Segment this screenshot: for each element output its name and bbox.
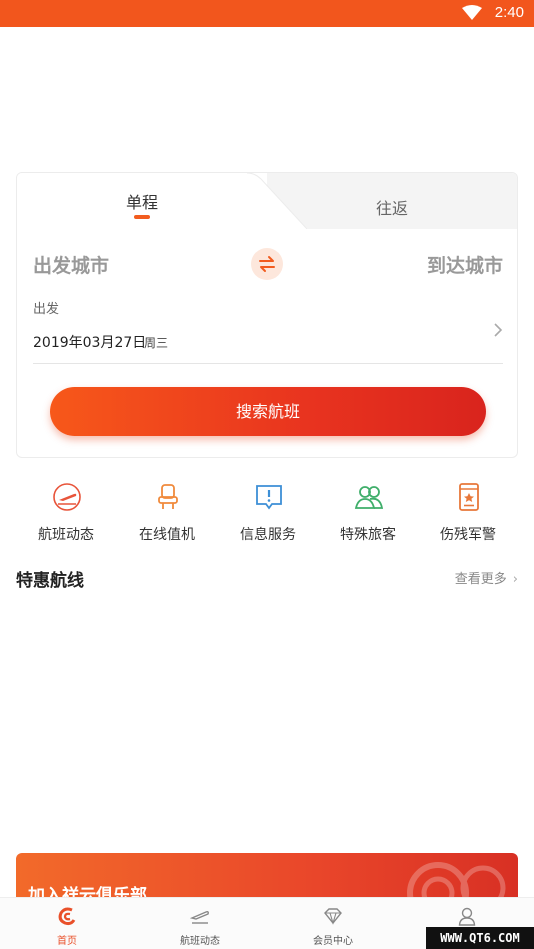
tab-label: 会员中心 [313,936,353,947]
tab-flight-status[interactable]: 航班动态 [133,898,267,949]
tab-oneway[interactable]: 单程 [17,173,267,229]
user-icon [458,907,476,926]
swap-cities-button[interactable] [251,248,283,280]
wifi-icon [462,5,482,20]
chevron-right-icon[interactable] [493,323,503,337]
certificate-icon [459,483,479,511]
diamond-icon [324,908,342,925]
quick-action-checkin[interactable]: 在线值机 [117,478,217,548]
departure-weekday: 周三 [144,336,169,350]
quick-action-special-passengers[interactable]: 特殊旅客 [318,478,418,548]
quick-action-disabled-military[interactable]: 伤残军警 [418,478,518,548]
top-banner[interactable] [0,27,534,172]
seat-icon [158,484,178,509]
flight-icon [190,911,209,924]
search-flights-button[interactable]: 搜索航班 [50,387,486,436]
departure-city[interactable]: 出发城市 [33,251,109,278]
city-row: 出发城市 到达城市 [17,229,517,299]
tab-oneway-label: 单程 [125,193,158,212]
status-bar: 2:40 [0,0,534,27]
tab-home[interactable]: 首页 [0,898,134,949]
tab-active-indicator [134,215,150,219]
view-more-link[interactable]: 查看更多 › [455,568,518,587]
status-time: 2:40 [494,4,524,21]
view-more-label: 查看更多 [454,572,507,587]
swap-icon [259,256,275,272]
quick-action-label: 特殊旅客 [340,527,396,543]
quick-action-label: 伤残军警 [440,527,496,543]
quick-action-flight-status[interactable]: 航班动态 [16,478,116,548]
booking-card: 往返 单程 出发城市 到达城市 出发 2019年03月27日 周三 搜索航班 [16,172,518,458]
quick-action-info[interactable]: 信息服务 [218,478,318,548]
divider [33,363,503,364]
tab-label: 首页 [57,936,77,947]
deals-section-title: 特惠航线 [16,571,84,591]
quick-action-label: 信息服务 [240,527,296,543]
tab-member-center[interactable]: 会员中心 [266,898,400,949]
chevron-right-icon: › [512,572,518,587]
departure-date-value[interactable]: 2019年03月27日 [33,332,146,352]
departure-date-label: 出发 [33,302,60,317]
passengers-icon [354,486,384,509]
plane-icon [53,483,81,511]
trip-type-tabs: 往返 单程 [17,173,517,229]
watermark: WWW.QT6.COM [426,927,534,949]
arrival-city[interactable]: 到达城市 [427,251,503,278]
tab-label: 航班动态 [180,936,220,947]
quick-action-label: 在线值机 [139,527,195,543]
home-logo-icon [58,907,76,926]
tab-roundtrip-label: 往返 [375,199,408,218]
info-icon [256,485,282,510]
tab-divider [237,173,307,229]
quick-actions: 航班动态 在线值机 信息服务 特殊旅客 伤残军警 [0,478,534,548]
quick-action-label: 航班动态 [38,527,94,543]
